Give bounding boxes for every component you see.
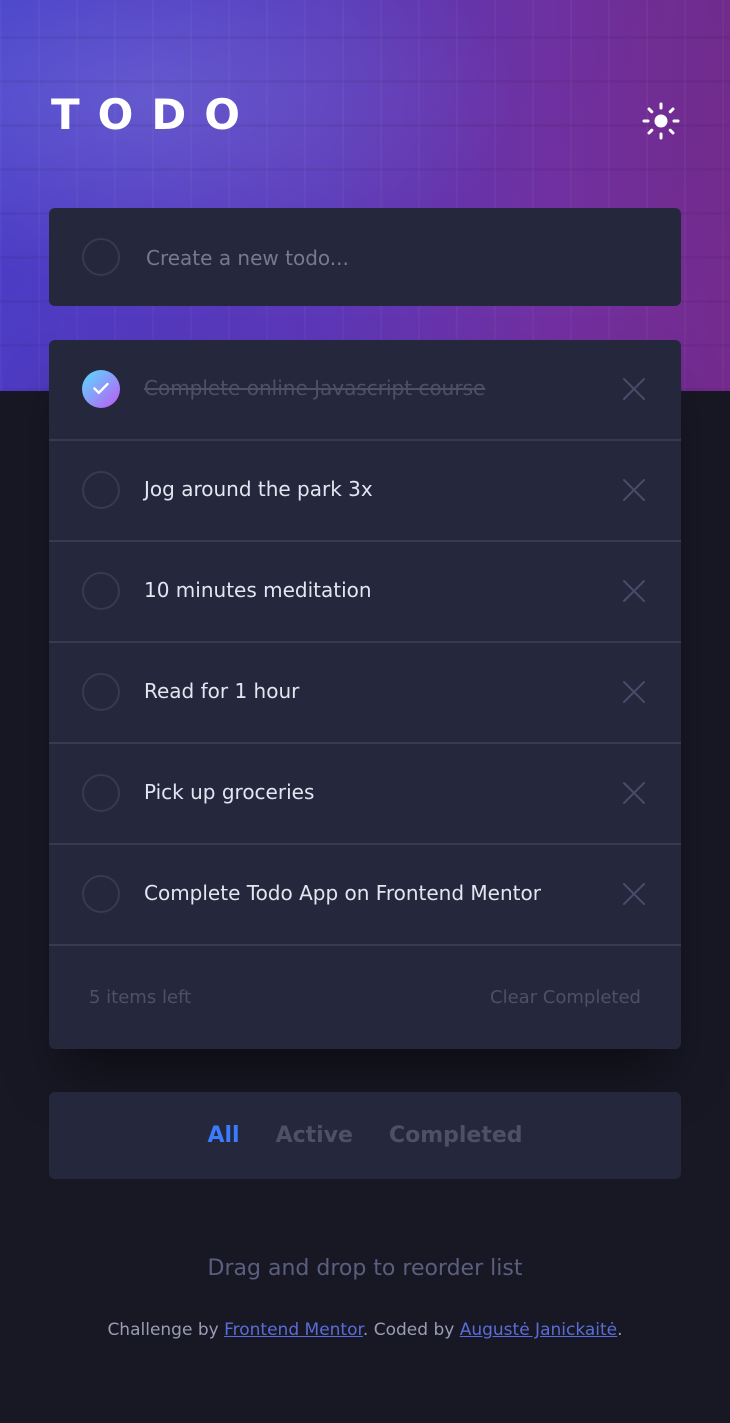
close-icon xyxy=(623,681,645,703)
delete-button[interactable] xyxy=(622,882,646,906)
sun-icon xyxy=(642,102,680,140)
todo-text: Read for 1 hour xyxy=(144,679,300,703)
todo-item[interactable]: Read for 1 hour xyxy=(49,643,681,744)
close-icon xyxy=(623,580,645,602)
new-todo-card xyxy=(49,208,681,306)
list-footer: 5 items left Clear Completed xyxy=(49,947,681,1049)
frontend-mentor-link[interactable]: Frontend Mentor xyxy=(224,1320,363,1340)
delete-button[interactable] xyxy=(622,478,646,502)
todo-item[interactable]: 10 minutes meditation xyxy=(49,542,681,643)
new-todo-checkbox[interactable] xyxy=(82,238,120,276)
attribution-suffix: . xyxy=(617,1320,623,1340)
close-icon xyxy=(623,782,645,804)
todo-item[interactable]: Pick up groceries xyxy=(49,744,681,845)
filter-all[interactable]: All xyxy=(207,1123,239,1148)
delete-button[interactable] xyxy=(622,377,646,401)
todo-item[interactable]: Complete online Javascript course xyxy=(49,340,681,441)
todo-checkbox[interactable] xyxy=(82,572,120,610)
filter-completed[interactable]: Completed xyxy=(389,1123,523,1148)
check-icon xyxy=(93,382,109,394)
attribution-middle: . Coded by xyxy=(362,1320,460,1340)
close-icon xyxy=(623,378,645,400)
filter-bar: All Active Completed xyxy=(49,1092,681,1179)
todo-checkbox[interactable] xyxy=(82,471,120,509)
drag-drop-hint: Drag and drop to reorder list xyxy=(207,1256,523,1281)
filter-active[interactable]: Active xyxy=(276,1123,353,1148)
todo-checkbox[interactable] xyxy=(82,774,120,812)
todo-text: Pick up groceries xyxy=(144,780,315,804)
clear-completed-button[interactable]: Clear Completed xyxy=(490,987,641,1008)
delete-button[interactable] xyxy=(622,781,646,805)
todo-item[interactable]: Jog around the park 3x xyxy=(49,441,681,542)
todo-text: Complete Todo App on Frontend Mentor xyxy=(144,881,541,905)
todo-checkbox-checked[interactable] xyxy=(82,370,120,408)
author-link[interactable]: Augustė Janickaitė xyxy=(460,1320,617,1340)
delete-button[interactable] xyxy=(622,579,646,603)
todo-item[interactable]: Complete Todo App on Frontend Mentor xyxy=(49,845,681,946)
close-icon xyxy=(623,479,645,501)
todo-checkbox[interactable] xyxy=(82,875,120,913)
close-icon xyxy=(623,883,645,905)
attribution: Challenge by Frontend Mentor. Coded by A… xyxy=(0,1320,730,1340)
items-left-count: 5 items left xyxy=(89,987,192,1008)
todo-list: Complete online Javascript course Jog ar… xyxy=(49,340,681,1049)
hero-overlay xyxy=(0,0,730,391)
delete-button[interactable] xyxy=(622,680,646,704)
todo-text: 10 minutes meditation xyxy=(144,578,372,602)
new-todo-input[interactable] xyxy=(144,238,648,278)
filter-group: All Active Completed xyxy=(49,1092,681,1179)
page-title: TODO xyxy=(51,90,258,139)
attribution-prefix: Challenge by xyxy=(107,1320,225,1340)
todo-checkbox[interactable] xyxy=(82,673,120,711)
theme-toggle-button[interactable] xyxy=(641,101,681,141)
todo-text: Jog around the park 3x xyxy=(144,477,373,501)
todo-text: Complete online Javascript course xyxy=(144,376,486,400)
